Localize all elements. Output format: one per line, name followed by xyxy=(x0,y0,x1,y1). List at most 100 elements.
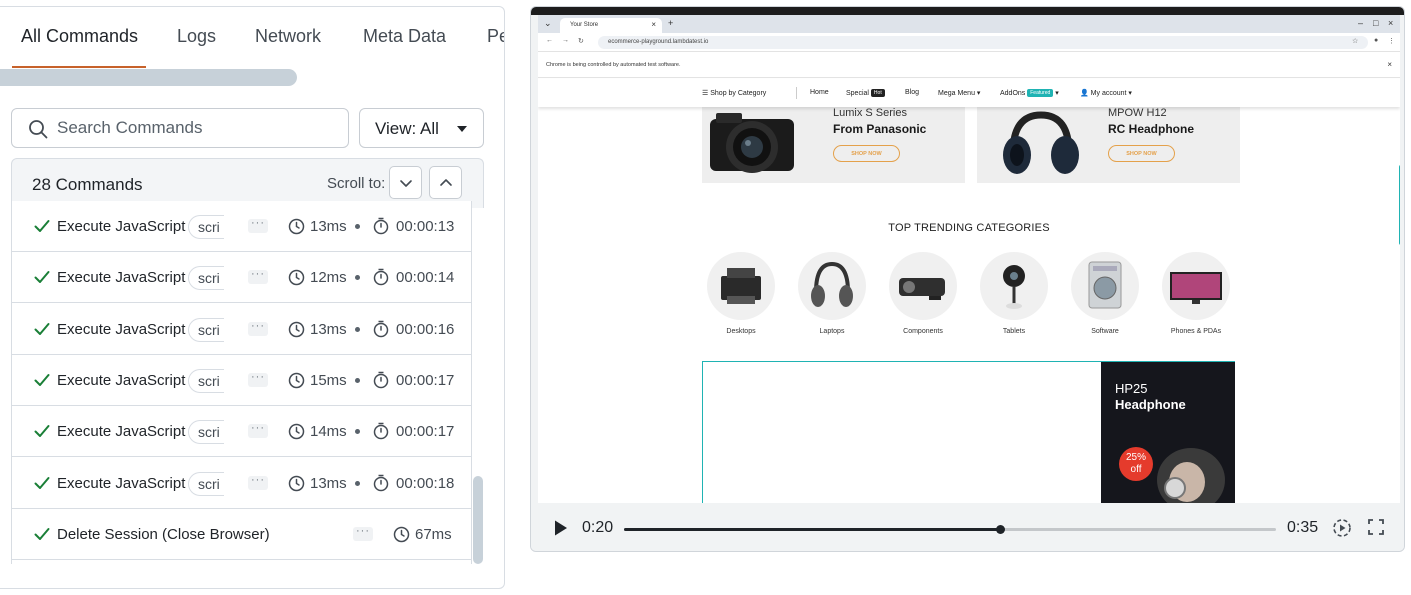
command-duration: 12ms xyxy=(310,269,347,287)
search-box xyxy=(11,108,349,148)
stopwatch-icon xyxy=(373,217,389,235)
hp-headphone-banner: HP25 Headphone 25% off xyxy=(702,361,1235,503)
command-row[interactable]: Execute JavaScript scri ··· 13ms 00:00:18 xyxy=(12,457,471,509)
separator-dot xyxy=(355,326,360,332)
command-row[interactable]: Delete Session (Close Browser) ··· 67ms xyxy=(12,508,471,560)
site-nav-addons: AddOns Featured ▾ xyxy=(1000,89,1059,97)
window-close-icon: × xyxy=(1388,18,1394,28)
clock-icon xyxy=(393,526,410,543)
more-options-icon[interactable]: ··· xyxy=(248,474,268,490)
site-nav-special: Special Hot xyxy=(846,89,885,97)
tab-bar: All Commands Logs Network Meta Data Pe xyxy=(0,7,504,69)
command-row[interactable]: Execute JavaScript scri ··· 14ms 00:00:17 xyxy=(12,406,471,458)
command-timestamp: 00:00:17 xyxy=(396,423,455,441)
command-row[interactable]: Execute JavaScript scri ··· 13ms 00:00:13 xyxy=(12,201,471,252)
play-icon[interactable] xyxy=(553,519,569,537)
tab-performance[interactable]: Pe xyxy=(487,26,504,47)
promo-title: RC Headphone xyxy=(1108,122,1195,136)
stopwatch-icon xyxy=(373,269,389,286)
tab-logs[interactable]: Logs xyxy=(177,26,216,47)
promo-banner-headphone: MPOW H12 RC Headphone SHOP NOW xyxy=(977,105,1240,183)
more-options-icon[interactable]: ··· xyxy=(248,371,268,387)
address-text: ecommerce-playground.lambdatest.io xyxy=(608,39,709,45)
scroll-down-button[interactable] xyxy=(389,166,422,199)
tab-all-commands[interactable]: All Commands xyxy=(21,26,138,47)
separator-dot xyxy=(355,224,360,229)
headphone-image xyxy=(1003,111,1079,174)
view-filter-button[interactable]: View: All xyxy=(359,108,484,148)
command-name: Execute JavaScript xyxy=(57,320,186,338)
browser-tab-title: Your Store xyxy=(570,22,599,28)
nav-divider xyxy=(796,87,797,99)
scroll-up-button[interactable] xyxy=(429,166,462,199)
command-name: Execute JavaScript xyxy=(57,269,186,287)
category-label: Components xyxy=(903,328,943,335)
forward-icon: → xyxy=(562,37,569,44)
hamburger-icon: ☰ xyxy=(702,90,709,97)
category-label: Tablets xyxy=(1002,328,1026,335)
more-options-icon[interactable]: ··· xyxy=(248,320,268,336)
command-name: Execute JavaScript xyxy=(57,474,186,492)
bookmark-star-icon: ☆ xyxy=(1352,38,1359,45)
command-timestamp: 00:00:17 xyxy=(396,371,455,389)
address-bar: ecommerce-playground.lambdatest.io xyxy=(598,36,1368,49)
tab-search-icon: ⌄ xyxy=(544,18,552,28)
check-icon xyxy=(34,476,50,489)
more-options-icon[interactable]: ··· xyxy=(248,218,268,233)
category-image xyxy=(1162,252,1230,320)
command-duration: 13ms xyxy=(310,320,347,338)
command-tag: scri xyxy=(188,471,224,496)
camera-device-image xyxy=(1003,265,1025,309)
category-software: Software xyxy=(1070,252,1140,342)
command-timestamp: 00:00:13 xyxy=(396,218,455,235)
reload-icon: ↻ xyxy=(578,38,584,45)
category-label: Desktops xyxy=(726,328,756,335)
browser-address-row: ← → ↻ ecommerce-playground.lambdatest.io… xyxy=(538,33,1400,52)
chevron-up-icon xyxy=(440,179,452,186)
category-image xyxy=(889,252,957,320)
more-options-icon[interactable]: ··· xyxy=(248,269,268,285)
video-player: ⌄ Your Store × + – □ × ← → ↻ ecommerce-p… xyxy=(530,6,1405,552)
promo-subtitle: MPOW H12 xyxy=(1108,107,1167,119)
seek-bar-handle[interactable] xyxy=(996,525,1006,534)
check-icon xyxy=(34,425,50,438)
tab-scrollbar[interactable] xyxy=(0,69,297,86)
command-name: Execute JavaScript xyxy=(57,423,186,441)
stopwatch-icon xyxy=(373,474,389,491)
command-list[interactable]: Execute JavaScript scri ··· 13ms 00:00:13 Exe… xyxy=(11,201,472,564)
category-image xyxy=(980,252,1048,320)
command-timestamp: 00:00:18 xyxy=(396,474,455,492)
command-list-scrollbar[interactable] xyxy=(473,476,483,564)
discount-badge: 25% off xyxy=(1119,447,1153,481)
command-row[interactable]: Execute JavaScript scri ··· 12ms 00:00:14 xyxy=(12,252,471,304)
category-laptops: Laptops xyxy=(797,252,867,342)
seek-bar-progress xyxy=(624,528,1001,531)
fullscreen-icon[interactable] xyxy=(1368,519,1384,535)
command-row[interactable]: Execute JavaScript scri ··· 13ms 00:00:16 xyxy=(12,303,471,355)
browser-tab: Your Store × xyxy=(560,18,662,33)
tab-meta-data[interactable]: Meta Data xyxy=(363,26,446,47)
separator-dot xyxy=(355,377,360,383)
tab-network[interactable]: Network xyxy=(255,26,321,47)
command-name: Execute JavaScript xyxy=(57,371,186,389)
caret-down-icon xyxy=(457,126,467,132)
automation-warning-bar: Chrome is being controlled by automated … xyxy=(538,52,1400,78)
more-options-icon[interactable]: ··· xyxy=(353,525,373,541)
warning-close-icon: × xyxy=(1387,60,1392,69)
featured-badge: Featured xyxy=(1027,89,1054,97)
command-row[interactable]: Execute JavaScript scri ··· 15ms 00:00:17 xyxy=(12,354,471,406)
command-tag: scri xyxy=(188,368,224,393)
site-nav-mega-menu: Mega Menu ▾ xyxy=(938,90,981,97)
check-icon xyxy=(34,527,50,540)
playback-speed-icon[interactable] xyxy=(1332,518,1352,538)
site-nav-shop-by-category: ☰ Shop by Category xyxy=(702,90,767,97)
hp-banner-title: Headphone xyxy=(1115,397,1186,412)
video-seek-bar[interactable] xyxy=(624,525,1276,534)
profile-icon: ● xyxy=(1374,37,1379,44)
stopwatch-icon xyxy=(373,422,389,440)
maximize-icon: □ xyxy=(1373,18,1379,28)
chevron-down-icon xyxy=(400,180,412,187)
search-input[interactable] xyxy=(57,115,337,141)
more-options-icon[interactable]: ··· xyxy=(248,423,268,439)
category-components: Components xyxy=(888,252,958,342)
